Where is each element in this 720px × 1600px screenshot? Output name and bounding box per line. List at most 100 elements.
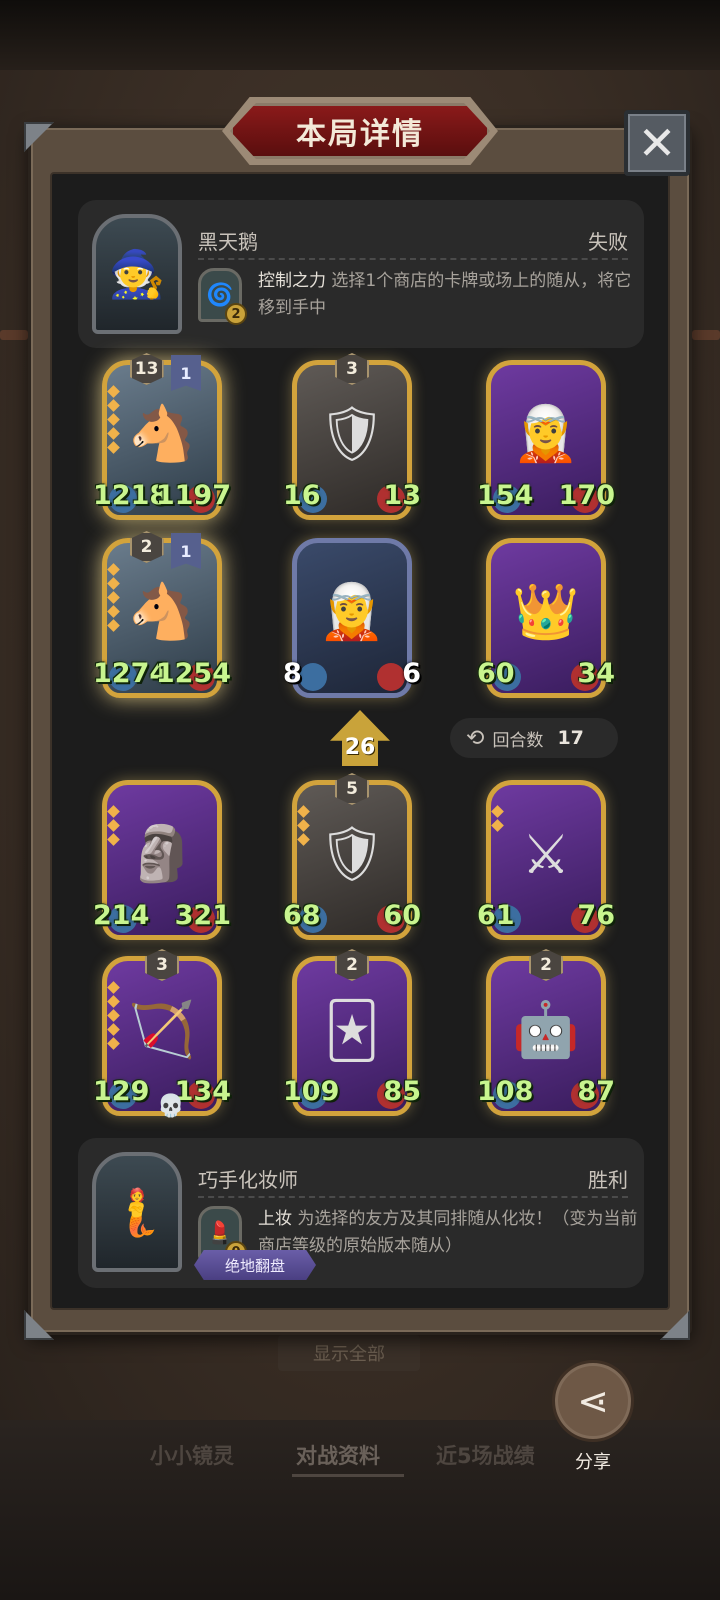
star-icon [107, 819, 120, 832]
upgrade-stars [107, 385, 120, 454]
attack-value: 16 [283, 480, 321, 511]
tab-mirror-spirit[interactable]: 小小镜灵 [150, 1440, 234, 1470]
hero-power-text: 上妆 为选择的友方及其同排随从化妆！（变为当前商店等级的原始版本随从） [258, 1206, 638, 1260]
minion-card[interactable]: 🃏 2 109 85 [283, 949, 421, 1116]
health-value: 87 [577, 1076, 615, 1107]
star-icon [107, 995, 120, 1008]
elf-warrior-icon: 🧝 [318, 580, 386, 643]
health-value: 34 [577, 658, 615, 689]
attack-value: 129 [93, 1076, 150, 1107]
health-value: 76 [577, 900, 615, 931]
horse-icon: 🐴 [128, 402, 196, 465]
archer-icon: 🏹 [128, 998, 196, 1061]
hooded-hero-icon: 🧙 [108, 246, 166, 301]
rounds-label: 回合数 [492, 730, 544, 751]
minion-card[interactable]: 🏹 3 129 134 💀 [93, 949, 231, 1119]
divider [198, 1196, 628, 1198]
hero-power-text: 控制之力 选择1个商店的卡牌或场上的随从，将它移到手中 [258, 268, 638, 322]
close-icon: ✕ [637, 116, 677, 170]
health-value: 6 [402, 658, 421, 689]
star-icon [107, 385, 120, 398]
star-icon [491, 819, 504, 832]
share-button[interactable]: ⋖ [552, 1360, 634, 1442]
player-name: 黑天鹅 [198, 230, 258, 254]
health-value: 1197 [155, 480, 231, 511]
hero-power[interactable]: 🌀 2 [198, 268, 247, 325]
extra-level-badge: 1 [171, 533, 201, 569]
minion-card[interactable]: 🧝 154 170 [477, 360, 615, 520]
star-icon [107, 1037, 120, 1050]
star-icon [107, 805, 120, 818]
minion-card[interactable]: 🐴 13 1 1218 1197 [93, 353, 231, 520]
minion-card[interactable]: 🤖 2 108 87 [477, 949, 615, 1116]
comeback-badge: 绝地翻盘 [194, 1250, 316, 1280]
health-value: 13 [383, 480, 421, 511]
star-icon [107, 441, 120, 454]
attack-value: 108 [477, 1076, 534, 1107]
upgrade-stars [297, 805, 310, 846]
attack-value: 109 [283, 1076, 340, 1107]
match-result: 胜利 [588, 1168, 628, 1192]
card-knight-icon: 🃏 [324, 998, 380, 1062]
tab-battle-data[interactable]: 对战资料 [296, 1440, 380, 1470]
tab-recent-5[interactable]: 近5场战绩 [436, 1440, 535, 1470]
rounds-value: 17 [557, 727, 584, 749]
share-label: 分享 [575, 1452, 611, 1473]
hero-power-cost: 2 [225, 303, 247, 325]
attack-value: 61 [477, 900, 515, 931]
minion-card[interactable]: ⚔ 61 76 [477, 780, 615, 940]
upgrade-stars [491, 805, 504, 832]
health-orb [377, 663, 405, 691]
upgrade-stars [107, 805, 120, 846]
attack-orb [299, 663, 327, 691]
right-post [692, 330, 720, 340]
tab-active-indicator [292, 1474, 404, 1477]
star-icon [491, 805, 504, 818]
opponent-panel: 🧙 黑天鹅 失败 🌀 2 控制之力 选择1个商店的卡牌或场上的随从，将它移到手中 [78, 200, 644, 348]
golem-icon: 🗿 [128, 822, 196, 885]
horse-icon: 🐴 [128, 580, 196, 643]
minion-card[interactable]: 🗿 214 321 [93, 780, 231, 940]
health-value: 170 [558, 480, 615, 511]
dwarf-king-icon: 👑 [512, 580, 580, 643]
attack-value: 60 [477, 658, 515, 689]
star-icon [297, 819, 310, 832]
minion-card[interactable]: 🧝 8 6 [283, 538, 421, 698]
player-panel: 🧜 巧手化妆师 胜利 💄 0 上妆 为选择的友方及其同排随从化妆！（变为当前商店… [78, 1138, 644, 1288]
attack-value: 68 [283, 900, 321, 931]
star-icon [297, 833, 310, 846]
star-icon [107, 427, 120, 440]
upgrade-stars [107, 981, 120, 1050]
star-icon [107, 1009, 120, 1022]
close-button[interactable]: ✕ [624, 110, 690, 176]
star-icon [107, 833, 120, 846]
left-post [0, 330, 28, 340]
dark-knight-icon: ⚔ [521, 822, 571, 886]
minion-card[interactable]: 🛡 5 68 60 [283, 773, 421, 940]
match-result: 失败 [588, 230, 628, 254]
health-value: 85 [383, 1076, 421, 1107]
star-icon [107, 563, 120, 576]
star-icon [107, 577, 120, 590]
minion-card[interactable]: 🐴 2 1 1274 1254 [93, 531, 231, 698]
health-value: 321 [174, 900, 231, 931]
star-icon [297, 805, 310, 818]
robot-icon: 🤖 [512, 998, 580, 1061]
elf-mage-icon: 🧝 [512, 402, 580, 465]
hero-power-name: 上妆 [258, 1209, 292, 1229]
health-value: 1254 [155, 658, 231, 689]
minion-card[interactable]: 🛡 3 16 13 [283, 353, 421, 520]
minion-card[interactable]: 👑 60 34 [477, 538, 615, 698]
health-value: 60 [383, 900, 421, 931]
skull-icon: 💀 [157, 1094, 185, 1119]
attack-value: 154 [477, 480, 534, 511]
hero-portrait[interactable]: 🧙 [92, 214, 182, 334]
rounds-counter: ⟲ 回合数 17 [450, 718, 618, 758]
makeup-artist-icon: 🧜 [108, 1184, 166, 1239]
show-all-button: 显示全部 [278, 1335, 420, 1371]
star-icon [107, 1023, 120, 1036]
star-icon [107, 605, 120, 618]
hero-portrait[interactable]: 🧜 [92, 1152, 182, 1272]
player-name: 巧手化妆师 [198, 1168, 298, 1192]
top-bar [0, 0, 720, 80]
